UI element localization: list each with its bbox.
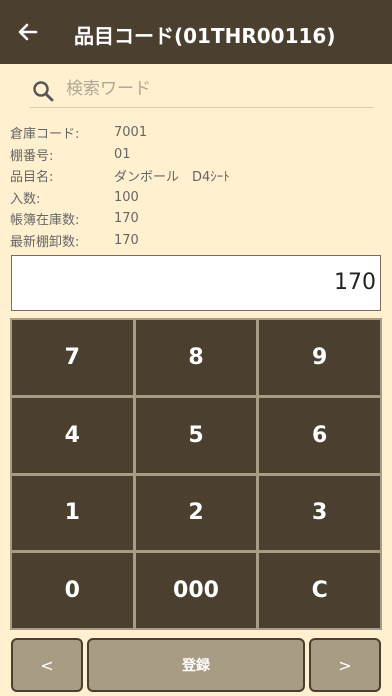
info-row-warehouse-code: 倉庫コード: 7001 [10,122,382,144]
key-0[interactable]: 0 [12,553,133,628]
key-4[interactable]: 4 [12,397,133,473]
footer-actions: < 登録 > [0,636,392,696]
quantity-value: 170 [334,270,376,295]
key-6[interactable]: 6 [259,397,380,473]
numeric-keypad: 7 8 9 4 5 6 1 2 3 0 000 C [10,318,382,630]
info-label: 入数: [10,191,41,207]
info-value: 170 [114,211,139,227]
key-1[interactable]: 1 [12,475,133,551]
key-7[interactable]: 7 [12,320,133,395]
info-value: 100 [114,189,139,205]
page-title: 品目コード(01THR00116) [74,24,336,48]
info-row-item-name: 品目名: ダンボール D4ｼｰﾄ [10,165,382,187]
item-info: 倉庫コード: 7001 棚番号: 01 品目名: ダンボール D4ｼｰﾄ 入数:… [10,122,382,251]
key-000[interactable]: 000 [135,553,257,628]
info-value: 170 [114,232,139,248]
key-9[interactable]: 9 [259,320,380,395]
register-button[interactable]: 登録 [87,638,305,692]
key-5[interactable]: 5 [135,397,257,473]
search-icon [32,80,54,102]
previous-button[interactable]: < [11,638,83,692]
key-2[interactable]: 2 [135,475,257,551]
info-value: 01 [114,146,131,162]
quantity-display[interactable]: 170 [11,255,381,311]
info-label: 帳簿在庫数: [10,213,80,229]
key-clear[interactable]: C [259,553,380,628]
info-row-shelf-number: 棚番号: 01 [10,144,382,166]
info-value: ダンボール D4ｼｰﾄ [114,170,230,186]
search-input[interactable] [66,76,366,102]
info-row-quantity-per-case: 入数: 100 [10,187,382,209]
info-label: 品目名: [10,170,54,186]
key-3[interactable]: 3 [259,475,380,551]
info-value: 7001 [114,125,148,141]
info-label: 棚番号: [10,148,54,164]
key-8[interactable]: 8 [135,320,257,395]
next-button[interactable]: > [309,638,381,692]
info-label: 最新棚卸数: [10,234,80,250]
info-label: 倉庫コード: [10,127,80,143]
info-row-book-stock: 帳簿在庫数: 170 [10,208,382,230]
search-bar [30,72,374,108]
arrow-left-icon[interactable] [14,18,42,46]
info-row-latest-inventory: 最新棚卸数: 170 [10,230,382,252]
app-bar: 品目コード(01THR00116) [0,0,392,64]
